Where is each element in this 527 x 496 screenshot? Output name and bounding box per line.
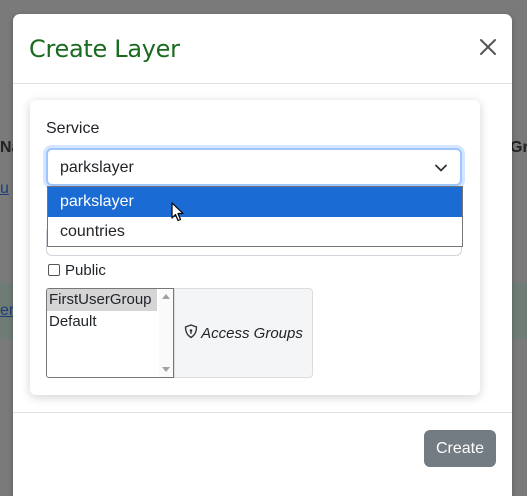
public-checkbox[interactable]: [48, 264, 60, 276]
scroll-up-icon[interactable]: [162, 294, 170, 299]
dropdown-option-countries[interactable]: countries: [48, 217, 462, 246]
modal-footer: Create: [13, 412, 512, 496]
service-label: Service: [46, 120, 100, 137]
listbox-item[interactable]: FirstUserGroup: [47, 289, 157, 311]
create-button[interactable]: Create: [424, 430, 496, 467]
access-groups-label: Access Groups: [201, 324, 303, 342]
background-link-fragment: u: [0, 180, 9, 197]
shield-icon: [184, 323, 198, 343]
chevron-down-icon: [434, 161, 448, 175]
dropdown-option-parkslayer[interactable]: parkslayer: [48, 187, 462, 217]
service-dropdown-list: parkslayer countries: [47, 186, 463, 247]
scroll-down-icon[interactable]: [162, 367, 170, 372]
close-icon[interactable]: [478, 37, 498, 57]
service-select[interactable]: parkslayer: [46, 148, 462, 186]
form-card: Service parkslayer Public FirstUserGroup…: [30, 100, 480, 395]
public-row: Public: [48, 261, 106, 279]
modal-header: Create Layer: [13, 14, 512, 84]
listbox-scrollbar[interactable]: [159, 289, 173, 377]
service-select-value: parkslayer: [60, 159, 134, 176]
mouse-pointer-icon: [171, 202, 185, 222]
create-layer-modal: Create Layer Service parkslayer Public F…: [13, 14, 512, 496]
public-label: Public: [65, 261, 106, 279]
background-header-fragment-right: Gro: [510, 139, 527, 156]
modal-title: Create Layer: [29, 35, 180, 63]
groups-listbox[interactable]: FirstUserGroup Default: [46, 288, 174, 378]
access-groups-addon: Access Groups: [174, 288, 313, 378]
listbox-item[interactable]: Default: [47, 311, 157, 333]
